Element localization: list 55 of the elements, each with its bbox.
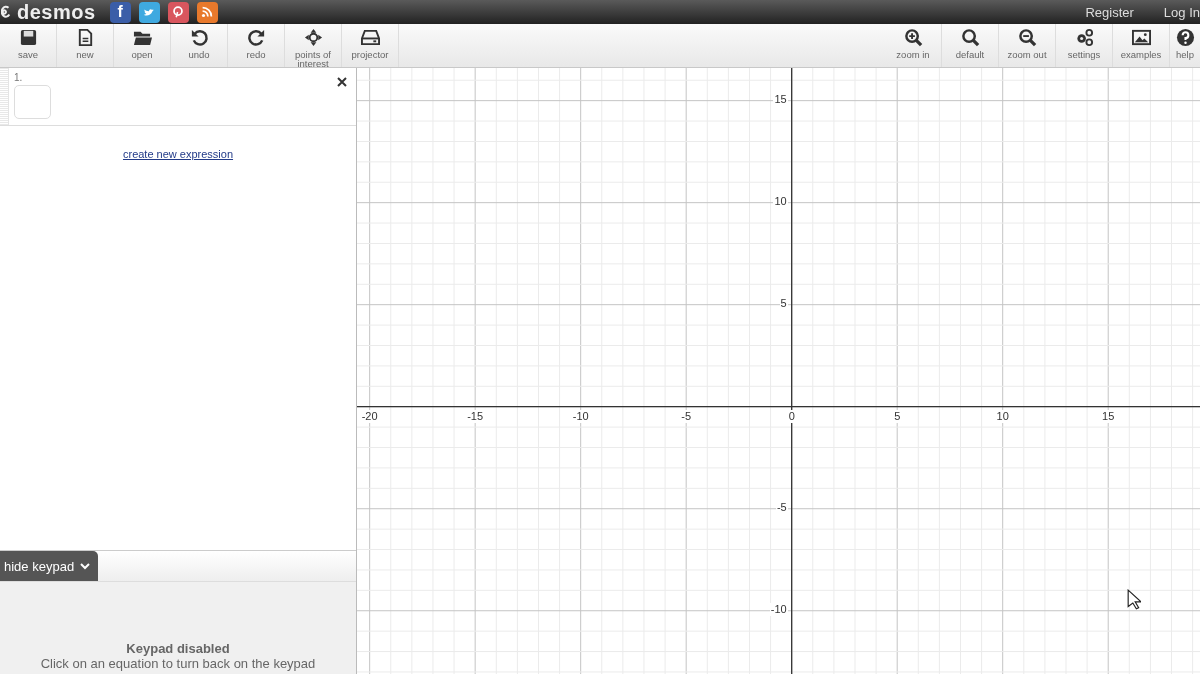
toolbar-button[interactable]: undo [171,24,228,67]
toolbar-button[interactable]: new [57,24,114,67]
toolbar-button[interactable]: settings [1056,24,1113,67]
chevron-down-icon [80,562,91,570]
undo-icon [189,28,209,47]
header-link[interactable]: Log In [1163,4,1200,20]
x-axis-tick-label: 5 [893,409,902,423]
toolbar-button[interactable]: examples [1113,24,1170,67]
x-axis-tick-label: 15 [1101,409,1116,423]
x-axis-tick-label: -15 [466,409,485,423]
x-axis-tick-label: -20 [360,409,379,423]
toolbar-button[interactable]: projector [342,24,399,67]
expression-row[interactable]: 1. [0,68,356,126]
y-axis-tick-label: -10 [769,602,788,616]
toolbar-button[interactable]: default [942,24,999,67]
toolbar-button[interactable]: zoom in [885,24,942,67]
drag-handle-icon[interactable] [0,68,9,125]
pinterest-icon[interactable] [167,1,189,23]
redo-icon [246,28,266,47]
toolbar-button[interactable]: zoom out [999,24,1056,67]
x-axis-tick-label: -5 [680,409,693,423]
x-axis-tick-label: 0 [787,409,796,423]
facebook-icon[interactable]: f [109,1,131,23]
crosshair-icon [303,28,323,47]
toolbar-button[interactable]: redo [228,24,285,67]
header-link[interactable]: Register [1085,4,1134,20]
help-icon [1175,28,1195,47]
zoom-in-icon [903,28,923,47]
magnifier-icon [960,28,980,47]
settings-icon [1074,28,1094,47]
y-axis-tick-label: 10 [773,194,788,208]
toolbar-button[interactable]: open [114,24,171,67]
y-axis-tick-label: 15 [773,92,788,106]
keypad-message: Click on an equation to turn back on the keypad [40,656,316,671]
x-axis-tick-label: -10 [571,409,590,423]
close-icon[interactable] [337,77,347,87]
expression-number: 1. [14,72,24,83]
twitter-icon[interactable] [138,1,160,23]
hide-keypad-button[interactable]: hide keypad [0,551,99,581]
y-axis-tick-label: -5 [775,500,788,514]
zoom-out-icon [1017,28,1037,47]
projector-icon [360,28,380,47]
image-icon [1131,28,1151,47]
rss-icon[interactable] [196,1,218,23]
toolbar-button[interactable]: points of interest [285,24,342,67]
toolbar-button[interactable]: help [1170,24,1200,67]
toolbar-button[interactable]: save [0,24,57,67]
y-axis-tick-label: 5 [779,296,788,310]
mouse-pointer-icon [1127,589,1141,610]
logo-swirl-icon [1,4,11,20]
create-expression-link[interactable]: create new expression [122,148,234,160]
logo-text: desmos [17,1,96,23]
expression-input[interactable] [14,85,51,119]
keypad-status-title: Keypad disabled [126,641,230,656]
x-axis-tick-label: 10 [995,409,1010,423]
